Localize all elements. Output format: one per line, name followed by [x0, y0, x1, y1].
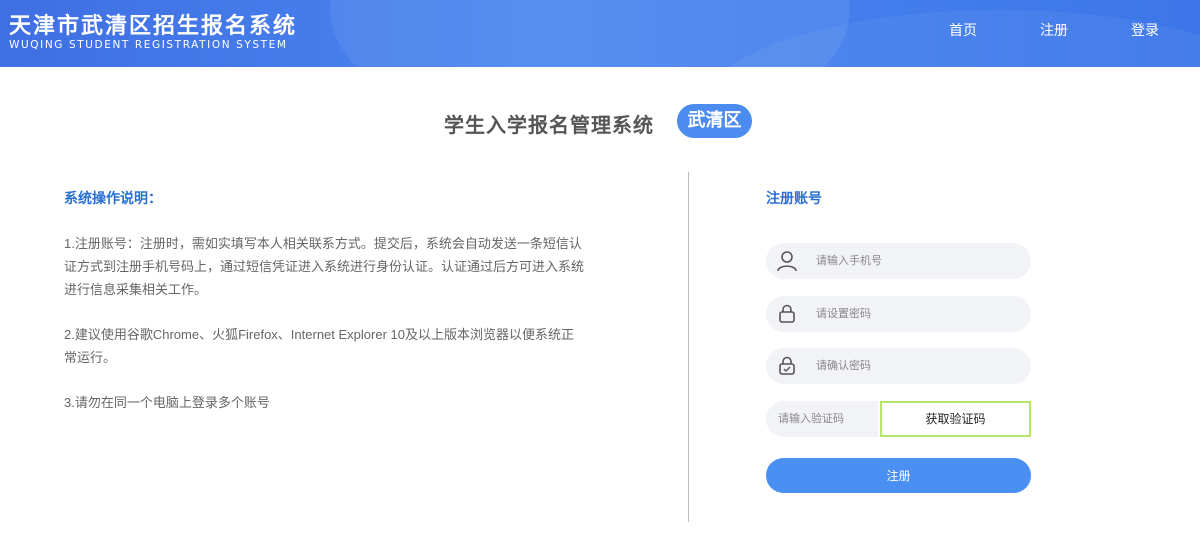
password-field-wrapper [766, 296, 1031, 332]
phone-input[interactable] [816, 243, 1021, 279]
confirm-password-input[interactable] [816, 348, 1021, 384]
vertical-divider [688, 172, 689, 522]
captcha-input[interactable] [778, 401, 874, 437]
instructions-title: 系统操作说明： [64, 191, 162, 207]
page-title: 学生入学报名管理系统 [444, 113, 654, 137]
phone-field-wrapper [766, 243, 1031, 279]
header: 天津市武清区招生报名系统 WUQING STUDENT REGISTRATION… [0, 0, 1200, 67]
get-code-button[interactable]: 获取验证码 [880, 401, 1031, 437]
password-input[interactable] [816, 296, 1021, 332]
register-form: 注册账号 获取验证码 注册 [766, 188, 1032, 493]
lock-icon [779, 304, 795, 323]
instruction-item: 2.建议使用谷歌Chrome、火狐Firefox、Internet Explor… [64, 327, 574, 365]
form-title: 注册账号 [766, 191, 822, 207]
site-title: 天津市武清区招生报名系统 [9, 14, 298, 39]
page-heading: 学生入学报名管理系统 武清区 [0, 104, 1200, 140]
register-button[interactable]: 注册 [766, 458, 1031, 493]
instructions-panel: 系统操作说明： 1.注册账号：注册时，需如实填写本人相关联系方式。提交后，系统会… [64, 188, 584, 436]
district-badge: 武清区 [677, 104, 752, 138]
lock-check-icon [779, 356, 795, 375]
confirm-field-wrapper [766, 348, 1031, 384]
user-icon [777, 251, 797, 272]
site-subtitle: WUQING STUDENT REGISTRATION SYSTEM [9, 39, 288, 51]
nav-home[interactable]: 首页 [949, 20, 977, 40]
instruction-item: 3.请勿在同一个电脑上登录多个账号 [64, 395, 270, 410]
nav-register[interactable]: 注册 [1040, 20, 1068, 40]
instruction-item: 1.注册账号：注册时，需如实填写本人相关联系方式。提交后，系统会自动发送一条短信… [64, 236, 585, 297]
captcha-field-wrapper [766, 401, 878, 437]
nav-login[interactable]: 登录 [1131, 20, 1159, 40]
